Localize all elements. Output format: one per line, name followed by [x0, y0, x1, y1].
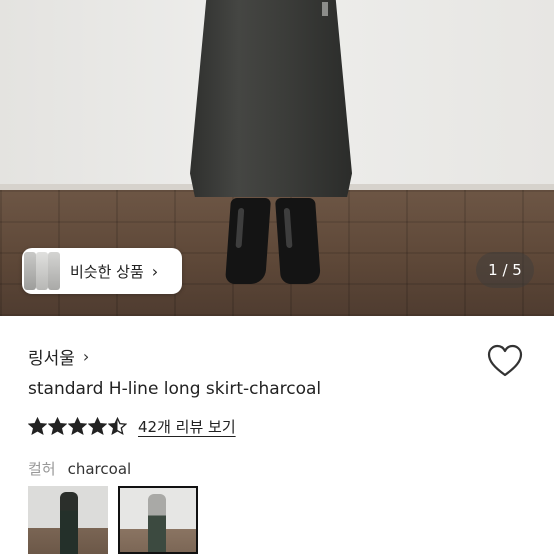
product-photo-boot-left [224, 198, 272, 284]
chevron-right-icon: › [82, 347, 90, 366]
product-title: standard H-line long skirt-charcoal [28, 379, 322, 399]
star-icon [48, 417, 67, 436]
star-icon [68, 417, 87, 436]
swatch-model-figure [148, 494, 166, 552]
reviews-link[interactable]: 42개 리뷰 보기 [138, 416, 236, 437]
color-swatch-option[interactable] [28, 486, 108, 554]
star-icon [88, 417, 107, 436]
similar-products-button[interactable]: 비슷한 상품 › [22, 248, 182, 294]
similar-products-label: 비슷한 상품 [70, 262, 144, 281]
similar-thumb [48, 252, 60, 290]
product-photo-boot-right [274, 198, 322, 284]
product-photo-skirt [190, 0, 352, 197]
color-value: charcoal [67, 460, 132, 478]
shop-name: 링서울 [28, 349, 75, 369]
color-swatch-option-selected[interactable] [118, 486, 198, 554]
star-rating [28, 417, 128, 436]
shop-link[interactable]: 링서울 › [28, 344, 89, 369]
swatch-model-figure [60, 492, 78, 554]
similar-products-thumbnails [22, 248, 62, 294]
similar-thumb [24, 252, 36, 290]
star-icon [28, 417, 47, 436]
heart-icon[interactable] [486, 343, 524, 379]
similar-thumb [36, 252, 48, 290]
image-page-counter: 1 / 5 [476, 252, 534, 288]
chevron-right-icon: › [151, 261, 159, 281]
color-label: 컬허 [28, 460, 56, 478]
star-icon [108, 417, 127, 436]
rating-row: 42개 리뷰 보기 [28, 416, 236, 437]
product-image-gallery[interactable]: 비슷한 상품 › 1 / 5 [0, 0, 554, 316]
color-row: 컬허 charcoal [28, 458, 131, 479]
product-photo-tag [322, 2, 328, 16]
